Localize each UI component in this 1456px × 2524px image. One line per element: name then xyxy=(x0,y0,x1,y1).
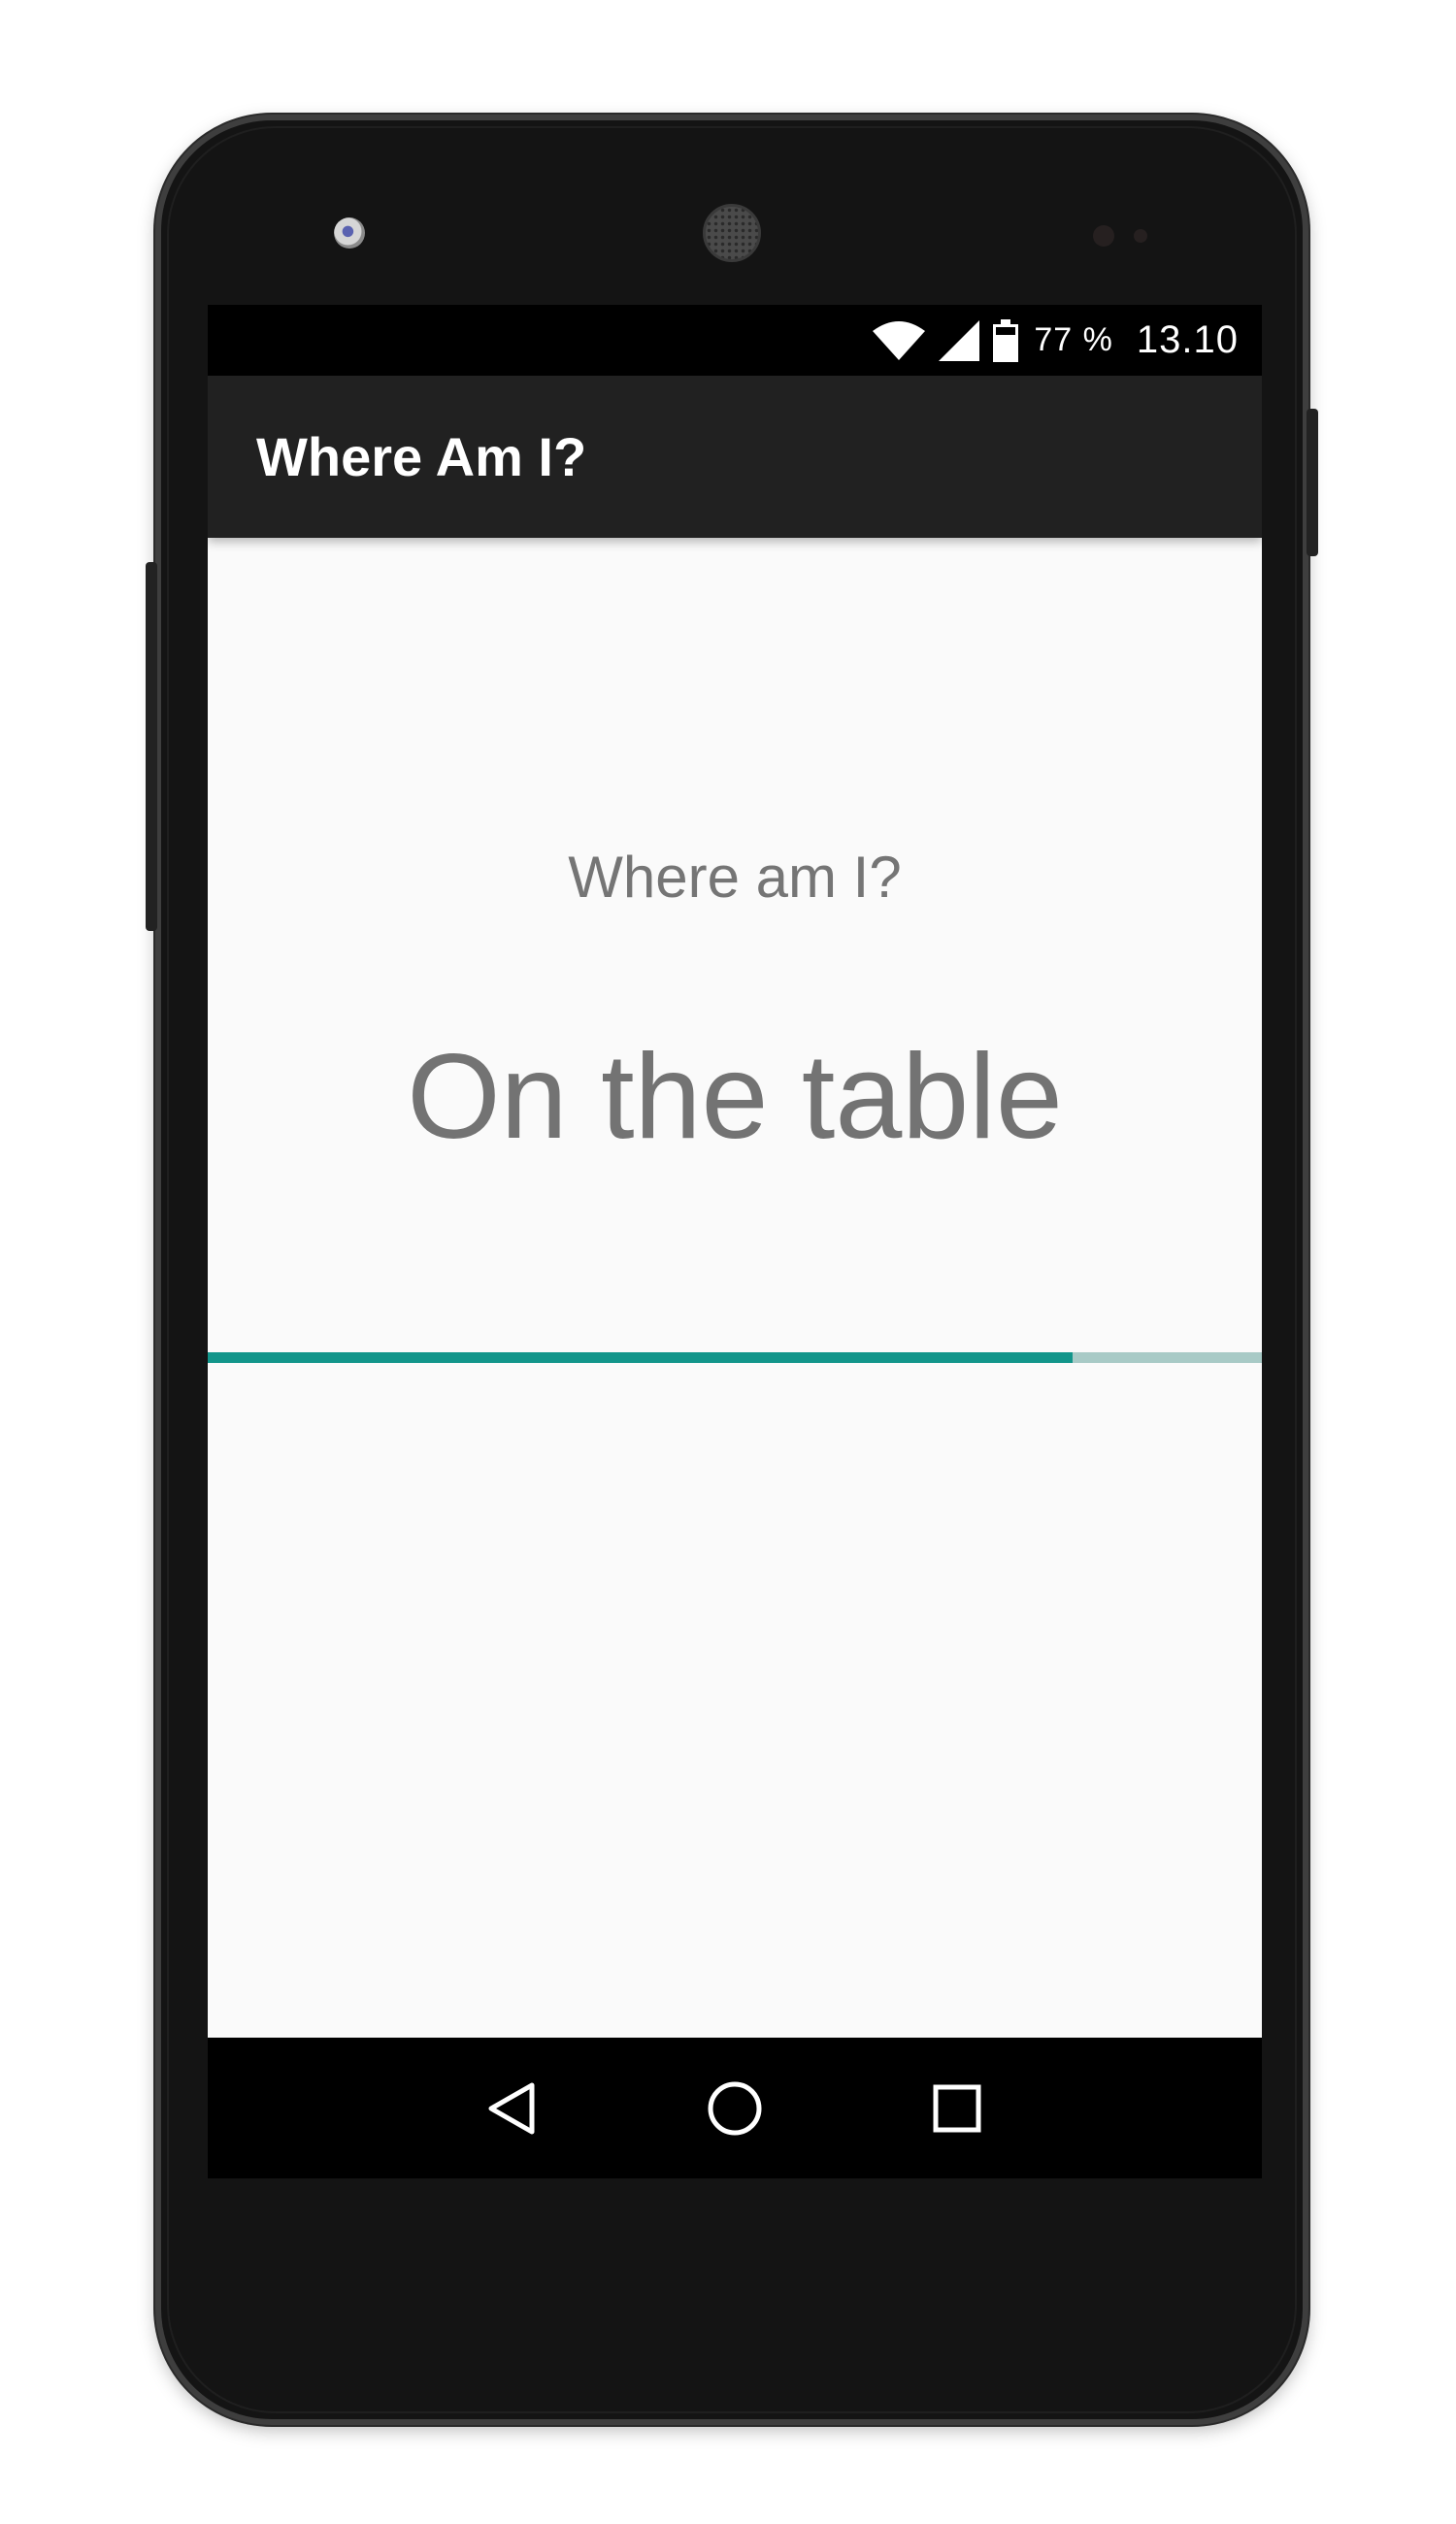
recents-icon xyxy=(933,2084,981,2132)
location-answer: On the table xyxy=(407,1030,1063,1164)
home-button[interactable] xyxy=(681,2055,788,2162)
progress-bar xyxy=(208,1352,1262,1363)
question-label: Where am I? xyxy=(568,845,902,910)
battery-percentage: 77 % xyxy=(1034,321,1113,358)
light-sensor-icon xyxy=(1134,229,1147,243)
app-title: Where Am I? xyxy=(256,426,587,487)
progress-bar-fill xyxy=(208,1352,1073,1363)
recents-button[interactable] xyxy=(904,2055,1010,2162)
volume-button xyxy=(146,562,157,931)
wifi-icon xyxy=(873,320,926,360)
phone-frame: 77 % 13.10 Where Am I? Where am I? On th… xyxy=(146,115,1318,2425)
status-clock: 13.10 xyxy=(1136,318,1239,361)
earpiece-speaker-icon xyxy=(703,204,761,262)
app-toolbar: Where Am I? xyxy=(208,376,1262,538)
power-button xyxy=(1307,409,1318,556)
screen: 77 % 13.10 Where Am I? Where am I? On th… xyxy=(208,305,1262,2178)
cell-signal-icon xyxy=(939,319,980,361)
proximity-sensor-icon xyxy=(1093,225,1114,247)
battery-icon xyxy=(993,318,1019,362)
back-icon xyxy=(488,2082,535,2134)
navigation-bar xyxy=(208,2038,1262,2178)
back-button[interactable] xyxy=(459,2055,566,2162)
status-bar: 77 % 13.10 xyxy=(208,305,1262,376)
main-content: Where am I? On the table xyxy=(208,538,1262,2101)
home-icon xyxy=(708,2081,762,2135)
front-camera-icon xyxy=(334,217,365,249)
